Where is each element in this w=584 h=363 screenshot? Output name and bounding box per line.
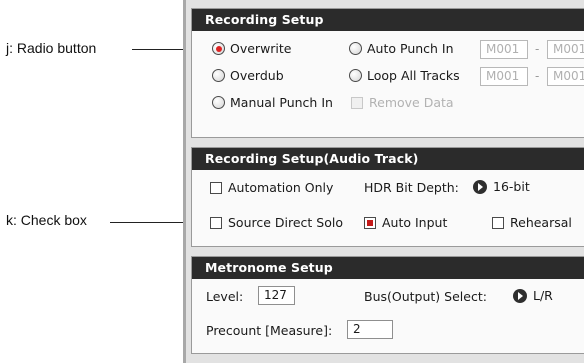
precount-label: Precount [Measure]: xyxy=(206,323,333,338)
loop-all-tracks-radio[interactable]: Loop All Tracks xyxy=(349,68,460,83)
bus-output-value: L/R xyxy=(533,288,553,303)
checkbox-icon xyxy=(492,216,504,229)
loop-start-field[interactable]: M001 xyxy=(480,67,528,86)
hdr-bit-depth-selector[interactable]: 16-bit xyxy=(473,179,530,194)
remove-data-checkbox[interactable]: Remove Data xyxy=(351,95,454,110)
checkbox-disabled-icon xyxy=(351,96,363,109)
checkbox-icon xyxy=(210,181,222,194)
automation-only-label: Automation Only xyxy=(228,180,334,195)
recording-setup-audio-panel: Recording Setup(Audio Track) Automation … xyxy=(191,147,584,247)
radio-icon xyxy=(212,96,225,109)
level-label: Level: xyxy=(206,289,244,304)
recording-setup-title: Recording Setup xyxy=(192,9,584,31)
radio-icon xyxy=(349,69,362,82)
bus-output-selector[interactable]: L/R xyxy=(513,288,553,303)
bus-output-select-label: Bus(Output) Select: xyxy=(364,289,487,304)
overdub-radio[interactable]: Overdub xyxy=(212,68,284,83)
overwrite-label: Overwrite xyxy=(230,41,292,56)
radio-icon xyxy=(212,69,225,82)
radio-icon xyxy=(349,42,362,55)
auto-punch-in-label: Auto Punch In xyxy=(367,41,454,56)
manual-punch-in-label: Manual Punch In xyxy=(230,95,333,110)
settings-screen: Recording Setup Overwrite Overdub Manual… xyxy=(183,0,584,363)
overwrite-radio[interactable]: Overwrite xyxy=(212,41,292,56)
loop-end-field[interactable]: M001 xyxy=(547,67,584,86)
source-direct-solo-checkbox[interactable]: Source Direct Solo xyxy=(210,215,343,230)
remove-data-label: Remove Data xyxy=(369,95,454,110)
hdr-bit-depth-value: 16-bit xyxy=(493,179,530,194)
auto-input-checkbox[interactable]: Auto Input xyxy=(364,215,447,230)
loop-range-separator: - xyxy=(535,69,540,83)
rehearsal-label: Rehearsal xyxy=(510,215,572,230)
auto-punch-range-separator: - xyxy=(535,42,540,56)
source-direct-solo-label: Source Direct Solo xyxy=(228,215,344,230)
manual-punch-in-radio[interactable]: Manual Punch In xyxy=(212,95,333,110)
checkbox-icon xyxy=(210,216,222,229)
auto-input-label: Auto Input xyxy=(382,215,448,230)
recording-setup-audio-title: Recording Setup(Audio Track) xyxy=(192,148,584,170)
metronome-setup-panel: Metronome Setup Level: 127 Bus(Output) S… xyxy=(191,256,584,354)
callout-check-box: k: Check box xyxy=(6,212,87,228)
checkbox-checked-icon xyxy=(364,216,376,229)
level-field[interactable]: 127 xyxy=(258,286,295,305)
rehearsal-checkbox[interactable]: Rehearsal xyxy=(492,215,572,230)
popup-arrow-icon xyxy=(473,179,487,194)
metronome-setup-title: Metronome Setup xyxy=(192,257,584,279)
callout-radio-button: j: Radio button xyxy=(6,40,97,56)
radio-selected-icon xyxy=(212,42,225,55)
precount-field[interactable]: 2 xyxy=(347,320,393,339)
auto-punch-end-field[interactable]: M001 xyxy=(547,40,584,59)
loop-all-tracks-label: Loop All Tracks xyxy=(367,68,460,83)
popup-arrow-icon xyxy=(513,288,527,303)
hdr-bit-depth-label: HDR Bit Depth: xyxy=(364,180,459,195)
automation-only-checkbox[interactable]: Automation Only xyxy=(210,180,333,195)
recording-setup-panel: Recording Setup Overwrite Overdub Manual… xyxy=(191,8,584,138)
screen-frame-edge xyxy=(183,0,186,363)
auto-punch-in-radio[interactable]: Auto Punch In xyxy=(349,41,454,56)
overdub-label: Overdub xyxy=(230,68,284,83)
auto-punch-start-field[interactable]: M001 xyxy=(480,40,528,59)
